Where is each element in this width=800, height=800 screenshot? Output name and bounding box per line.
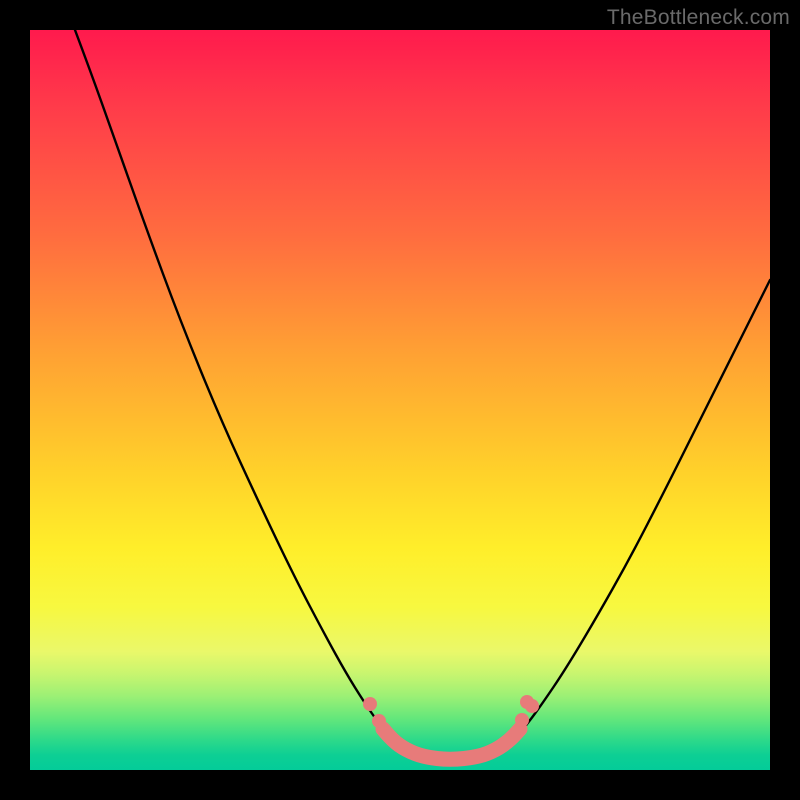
- marker-dot: [525, 699, 539, 713]
- curve-svg: [30, 30, 770, 770]
- bottom-segment: [383, 729, 520, 759]
- plot-area: [30, 30, 770, 770]
- marker-dots: [363, 695, 539, 728]
- marker-dot: [363, 697, 377, 711]
- watermark-text: TheBottleneck.com: [607, 6, 790, 30]
- marker-dot: [515, 713, 529, 727]
- curve-left: [75, 30, 401, 747]
- curve-right: [501, 280, 770, 748]
- chart-frame: TheBottleneck.com: [0, 0, 800, 800]
- marker-dot: [372, 714, 386, 728]
